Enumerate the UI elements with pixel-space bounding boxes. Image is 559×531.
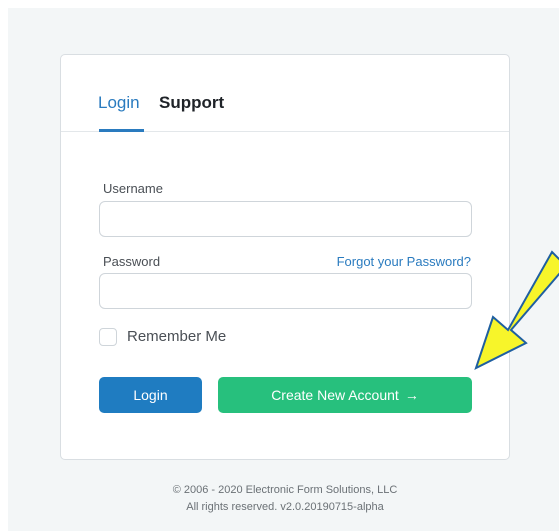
- arrow-annotation-svg: [474, 250, 559, 370]
- arrow-annotation-shape: [474, 250, 559, 370]
- remember-me-label: Remember Me: [127, 328, 227, 345]
- remember-me-checkbox[interactable]: [99, 328, 117, 346]
- active-tab-indicator: [99, 129, 144, 132]
- create-account-button-label: Create New Account: [271, 387, 399, 403]
- arrow-annotation-icon: [468, 250, 559, 380]
- tab-bar: Login Support: [61, 55, 509, 132]
- password-label: Password: [103, 254, 161, 269]
- copyright-text: © 2006 - 2020 Electronic Form Solutions,…: [172, 484, 398, 496]
- username-label: Username: [103, 181, 163, 196]
- login-button-label: Login: [133, 387, 168, 403]
- forgot-password-link[interactable]: Forgot your Password?: [337, 254, 471, 269]
- tab-support[interactable]: Support: [159, 92, 224, 114]
- password-input[interactable]: [99, 273, 472, 309]
- username-input[interactable]: [99, 201, 472, 237]
- footer: © 2006 - 2020 Electronic Form Solutions,…: [60, 482, 510, 516]
- login-button[interactable]: Login: [99, 377, 202, 413]
- rights-text: All rights reserved. v2.0.20190715-alpha: [186, 501, 384, 513]
- login-card: Login Support Username Password Forgot y…: [60, 54, 510, 460]
- tab-login[interactable]: Login: [98, 92, 140, 114]
- create-account-button[interactable]: Create New Account →: [218, 377, 472, 413]
- arrow-right-icon: →: [404, 387, 419, 403]
